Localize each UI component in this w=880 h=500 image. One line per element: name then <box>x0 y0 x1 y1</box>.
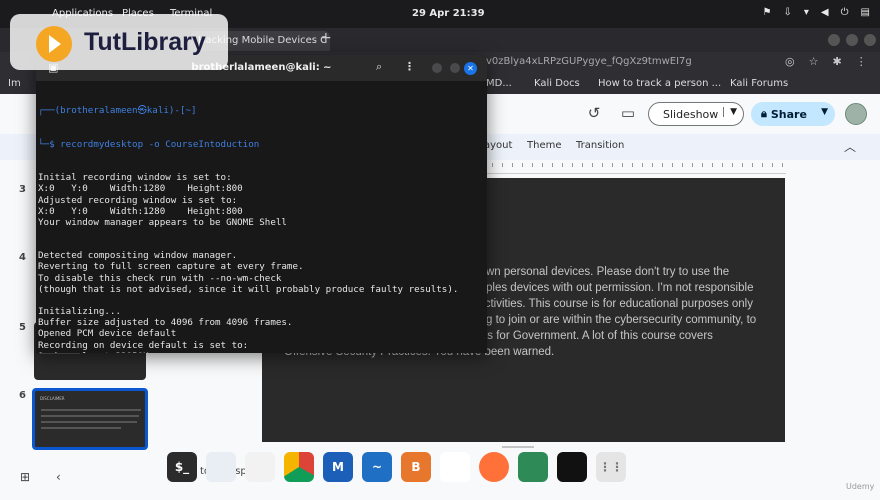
terminal-line: Recording on device default is set to: <box>38 339 249 351</box>
terminal-line: To disable this check run with --no-wm-c… <box>38 272 282 284</box>
app-grid-dock-icon[interactable]: ⋮⋮ <box>596 452 626 482</box>
slide-thumbnail-selected[interactable]: DISCLAIMER <box>32 388 148 450</box>
share-button[interactable]: 🔒︎ Share ▼ <box>751 102 835 126</box>
chevron-left-icon[interactable]: ‹ <box>56 470 61 484</box>
system-tray[interactable]: ⚑ ⇩ ▾ ◀ ⏻ ▤ <box>763 7 870 18</box>
terminal-line: Reverting to full screen capture at ever… <box>38 261 304 273</box>
watermark: Udemy <box>846 482 875 491</box>
minimize-icon[interactable] <box>828 34 840 46</box>
slide-number: 3 <box>19 184 26 195</box>
kebab-menu-icon[interactable]: ⋮ <box>856 55 867 68</box>
chevron-down-icon[interactable]: ▼ <box>723 107 737 117</box>
terminal-line: Adjusted recording window is set to: <box>38 194 238 206</box>
slide-number: 5 <box>19 322 26 333</box>
history-icon[interactable]: ↺ <box>584 104 604 124</box>
extension-icon[interactable]: ✱ <box>832 55 841 68</box>
grid-view-icon[interactable]: ⊞ <box>20 470 30 484</box>
kebab-menu-icon[interactable]: ⋮ <box>404 60 415 73</box>
close-icon[interactable] <box>864 34 876 46</box>
terminal-line: Opened PCM device default <box>38 328 177 340</box>
phone-dock-icon[interactable] <box>557 452 587 482</box>
download-icon[interactable]: ⇩ <box>784 7 792 18</box>
firefox-dock-icon[interactable] <box>479 452 509 482</box>
terminal-line: Detected compositing window manager. <box>38 250 238 262</box>
tutlibrary-logo: TutLibrary <box>10 14 228 70</box>
editor-dock-icon[interactable] <box>245 452 275 482</box>
terminal-line: X:0 Y:0 Width:1280 Height:800 <box>38 205 243 217</box>
dock-glyph: ⋮⋮ <box>599 460 623 474</box>
new-tab-icon[interactable]: + <box>320 30 332 46</box>
play-icon <box>36 26 72 62</box>
metasploit-dock-icon[interactable]: M <box>323 452 353 482</box>
bookmark-kali-docs[interactable]: Kali Docs <box>534 78 580 89</box>
comment-icon[interactable]: ▭ <box>618 104 638 124</box>
terminal-line: 1 channels at 22050Hz <box>38 351 487 353</box>
url-actions: ◎ ☆ ✱ ⋮ <box>785 55 867 68</box>
cherrytree-dock-icon[interactable] <box>440 452 470 482</box>
terminal-line: Initializing... <box>38 306 121 318</box>
dock-glyph: M <box>332 460 344 474</box>
bookmark-track[interactable]: How to track a person ... <box>598 78 721 89</box>
bookmark-im[interactable]: Im <box>8 78 21 89</box>
slideshow-button[interactable]: Slideshow ▼ <box>648 102 744 126</box>
lock-icon: 🔒︎ <box>761 107 767 120</box>
terminal-window[interactable]: ▣ brotherlalameen@kali: ~ ⌕ ⋮ ✕ ┌──(brot… <box>36 55 487 353</box>
star-icon[interactable]: ☆ <box>809 55 819 68</box>
terminal-line: X:0 Y:0 Width:1280 Height:800 <box>38 183 243 195</box>
terminal-line: Your window manager appears to be GNOME … <box>38 216 287 228</box>
menu-layout[interactable]: ayout <box>484 140 512 151</box>
terminal-line: Initial recording window is set to: <box>38 172 232 184</box>
dock: $_ M ~ B ⋮⋮ <box>167 452 715 486</box>
dock-glyph: B <box>411 460 421 474</box>
bookmark-kali-forums[interactable]: Kali Forums <box>730 78 788 89</box>
burp-dock-icon[interactable]: B <box>401 452 431 482</box>
files-dock-icon[interactable] <box>206 452 236 482</box>
terminal-output[interactable]: ┌──(brotheralameen㉿kali)-[~] └─$ recordm… <box>36 83 487 353</box>
terminal-line: Buffer size adjusted to 4096 from 4096 f… <box>38 317 293 329</box>
chrome-dock-icon[interactable] <box>284 452 314 482</box>
avatar[interactable] <box>845 103 867 125</box>
maximize-icon[interactable] <box>450 63 460 73</box>
globe-dock-icon[interactable] <box>518 452 548 482</box>
volume-icon[interactable]: ◀ <box>821 7 829 18</box>
output-lines: Initial recording window is set to: X:0 Y… <box>38 172 487 353</box>
dock-glyph: ~ <box>371 460 383 474</box>
wifi-icon[interactable]: ▾ <box>804 7 809 18</box>
slideshow-label: Slideshow <box>663 107 719 121</box>
command-line: └─$ recordmydesktop -o CourseIntoduction <box>38 138 260 150</box>
dock-glyph: $_ <box>174 460 190 474</box>
maximize-icon[interactable] <box>846 34 858 46</box>
chevron-down-icon[interactable]: ▼ <box>821 107 828 117</box>
menu-transition[interactable]: Transition <box>576 140 624 151</box>
logo-text: TutLibrary <box>84 28 206 56</box>
share-label: Share <box>770 107 807 121</box>
menu-icon[interactable]: ▤ <box>861 7 870 18</box>
slide-number: 4 <box>19 252 26 263</box>
terminal-line: (though that is not advised, since it wi… <box>38 283 459 295</box>
bookmark-md[interactable]: MD... <box>486 78 512 89</box>
flag-icon[interactable]: ⚑ <box>763 7 772 18</box>
notes-resize-handle[interactable] <box>502 446 534 448</box>
prompt-line: ┌──(brotheralameen㉿kali)-[~] <box>38 105 197 117</box>
power-icon[interactable]: ⏻ <box>841 7 849 18</box>
slide-number: 6 <box>19 390 26 401</box>
terminal-dock-icon[interactable]: $_ <box>167 452 197 482</box>
minimize-icon[interactable] <box>432 63 442 73</box>
wireshark-dock-icon[interactable]: ~ <box>362 452 392 482</box>
close-icon[interactable]: ✕ <box>464 62 477 75</box>
menu-theme[interactable]: Theme <box>527 140 562 151</box>
thumb-title: DISCLAIMER <box>40 396 65 401</box>
search-icon[interactable]: ⌕ <box>376 60 382 74</box>
url-text[interactable]: v0zBlya4xLRPzGUPygye_fQgXz9tmwEI7g/ <box>486 56 692 67</box>
chevron-up-icon[interactable]: ︿ <box>844 138 856 155</box>
lens-icon[interactable]: ◎ <box>785 55 795 68</box>
clock[interactable]: 29 Apr 21:39 <box>412 8 485 19</box>
